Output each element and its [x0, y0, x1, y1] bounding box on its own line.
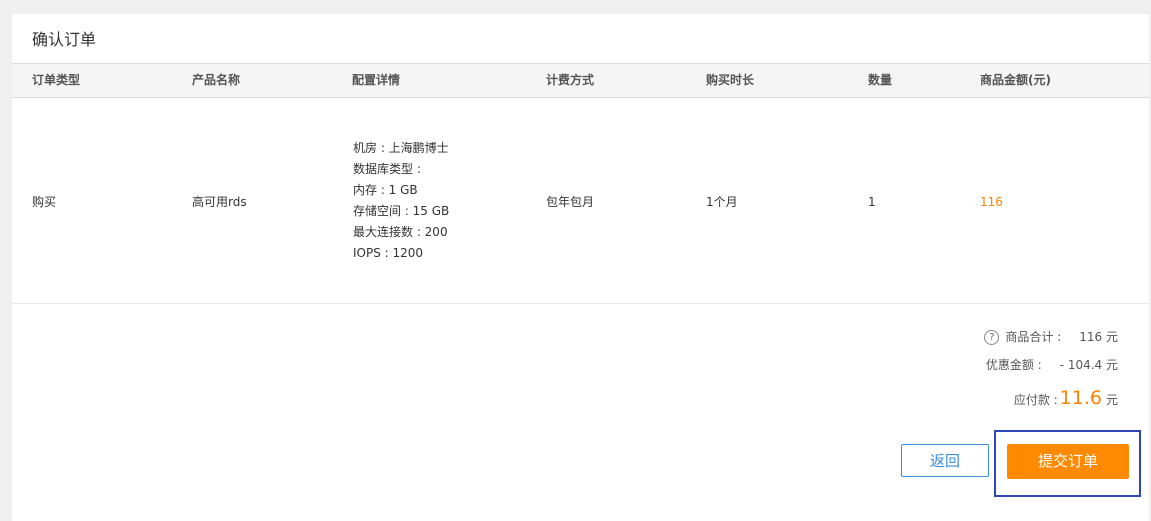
header-billing: 计费方式	[546, 73, 595, 87]
config-line-memory: 内存 : 1 GB	[353, 183, 418, 197]
subtotal-line: ? 商品合计 : 116 元	[984, 328, 1118, 345]
cell-order-type: 购买	[32, 195, 57, 209]
table-row: 购买 高可用rds 机房 : 上海鹏博士 数据库类型 : 内存 : 1 GB 存…	[12, 98, 1149, 304]
discount-value: - 104.4 元	[1059, 358, 1118, 372]
cell-amount: 116	[980, 195, 1003, 209]
order-confirm-panel: 确认订单 订单类型 产品名称 配置详情 计费方式 购买时长 数量 商品金额(元)…	[12, 14, 1149, 521]
config-line-max-connections: 最大连接数 : 200	[353, 225, 448, 239]
submit-order-button[interactable]: 提交订单	[1007, 444, 1129, 479]
header-quantity: 数量	[868, 73, 893, 87]
header-config: 配置详情	[352, 73, 401, 87]
cell-config: 机房 : 上海鹏博士 数据库类型 : 内存 : 1 GB 存储空间 : 15 G…	[353, 138, 449, 264]
header-product-name: 产品名称	[192, 73, 241, 87]
back-button[interactable]: 返回	[901, 444, 989, 477]
payable-amount: 11.6	[1059, 387, 1102, 409]
payable-line: 应付款 :11.6 元	[1014, 387, 1118, 409]
header-order-type: 订单类型	[32, 73, 81, 87]
subtotal-label: 商品合计 :	[1005, 330, 1062, 344]
config-line-datacenter: 机房 : 上海鹏博士	[353, 141, 449, 155]
discount-label: 优惠金额 :	[985, 358, 1042, 372]
config-line-db-type: 数据库类型 :	[353, 162, 421, 176]
discount-line: 优惠金额 : - 104.4 元	[986, 356, 1118, 373]
config-line-storage: 存储空间 : 15 GB	[353, 204, 450, 218]
subtotal-value: 116 元	[1079, 330, 1118, 344]
question-circle-icon[interactable]: ?	[984, 330, 1000, 345]
header-amount: 商品金额(元)	[980, 73, 1051, 87]
cell-duration: 1个月	[706, 195, 738, 209]
config-line-iops: IOPS : 1200	[353, 246, 424, 260]
cell-quantity: 1	[868, 195, 876, 209]
payable-unit: 元	[1105, 393, 1118, 407]
page-title: 确认订单	[32, 30, 97, 49]
cell-product-name: 高可用rds	[192, 195, 247, 209]
table-header: 订单类型 产品名称 配置详情 计费方式 购买时长 数量 商品金额(元)	[12, 63, 1149, 98]
cell-billing: 包年包月	[546, 195, 595, 209]
payable-label: 应付款 :	[1013, 393, 1058, 407]
header-duration: 购买时长	[706, 73, 755, 87]
